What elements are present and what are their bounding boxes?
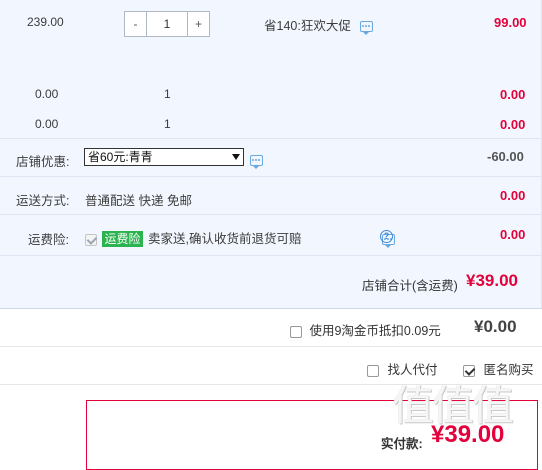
divider — [0, 255, 542, 256]
unit-price: 0.00 — [35, 117, 59, 131]
coins-option[interactable]: 使用9淘金币抵扣0.09元 — [290, 320, 441, 339]
coins-label: 使用9淘金币抵扣0.09元 — [309, 324, 441, 338]
divider — [0, 346, 542, 347]
insurance-label: 运费险: — [28, 233, 69, 247]
divider — [0, 176, 542, 177]
shipping-label: 运送方式: — [16, 194, 70, 208]
row-total: 0.00 — [500, 87, 526, 102]
coins-checkbox[interactable] — [290, 325, 302, 338]
divider — [0, 214, 542, 215]
help-icon[interactable]: ? — [380, 230, 393, 243]
decrease-qty-button[interactable]: - — [125, 12, 147, 36]
divider — [0, 138, 542, 139]
insurance-text: 卖家送,确认收货前退货可赔 — [147, 232, 302, 246]
shop-discount-selected: 省60元:青青 — [88, 150, 153, 164]
shipping-amount: 0.00 — [500, 188, 526, 203]
shop-total-label: 店铺合计(含运费) — [362, 279, 458, 293]
insurance-amount: 0.00 — [500, 227, 526, 242]
quantity-stepper[interactable]: - + — [124, 11, 210, 37]
final-label: 实付款: — [381, 437, 423, 451]
shop-discount-select[interactable]: 省60元:青青 — [84, 148, 244, 166]
shop-discount-label: 店铺优惠: — [16, 155, 70, 169]
unit-price: 239.00 — [27, 15, 64, 29]
insurance-checkbox[interactable] — [85, 233, 97, 246]
promo-label: 省140:狂欢大促 — [264, 19, 351, 33]
watermark-logo: 值值值 — [392, 381, 514, 430]
insurance-badge: 运费险 — [102, 231, 143, 247]
unit-price: 0.00 — [35, 87, 59, 101]
shipping-method: 普通配送 快递 免邮 — [85, 194, 192, 208]
row-total: 99.00 — [494, 15, 527, 30]
chat-icon[interactable] — [360, 21, 374, 36]
row-total: 0.00 — [500, 117, 526, 132]
shop-order-panel — [0, 0, 542, 308]
divider — [0, 308, 542, 309]
quantity-input[interactable] — [147, 12, 187, 36]
chat-icon[interactable] — [250, 155, 263, 170]
increase-qty-button[interactable]: + — [187, 12, 209, 36]
insurance-option: 运费险 卖家送,确认收货前退货可赔 — [85, 228, 301, 247]
coins-value: ¥0.00 — [474, 317, 517, 336]
quantity: 1 — [164, 117, 171, 131]
quantity: 1 — [164, 87, 171, 101]
promo-text: 省140:狂欢大促 — [264, 15, 374, 36]
shop-total-value: ¥39.00 — [466, 271, 518, 290]
pay-for-me-checkbox[interactable] — [367, 364, 379, 377]
chevron-down-icon — [232, 154, 240, 160]
shop-discount-amount: -60.00 — [487, 149, 524, 164]
